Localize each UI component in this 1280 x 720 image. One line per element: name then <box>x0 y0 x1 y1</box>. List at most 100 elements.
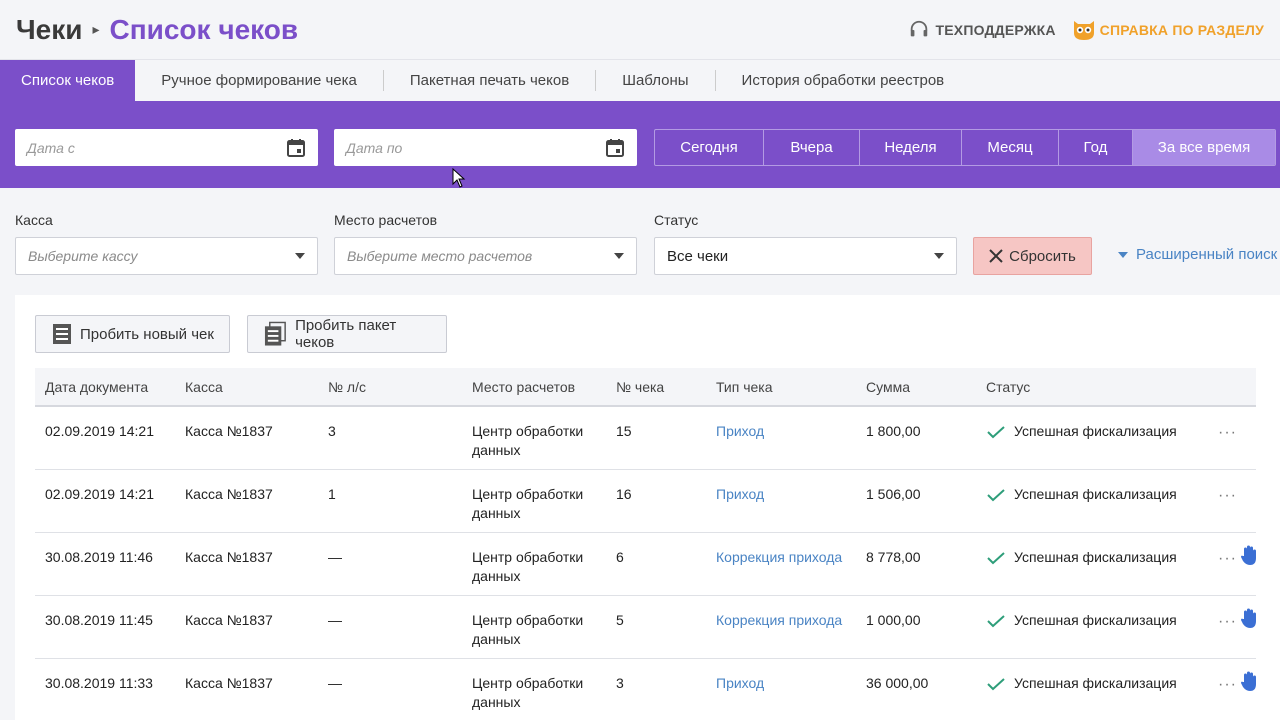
kassa-select[interactable]: Выберите кассу <box>15 237 318 275</box>
table-row[interactable]: 30.08.2019 11:33 Касса №1837 — Центр обр… <box>35 659 1256 720</box>
checkmark-icon <box>987 551 1005 564</box>
new-check-button[interactable]: Пробить новый чек <box>35 315 230 353</box>
cell-place: Центр обработки данных <box>472 548 583 586</box>
checkmark-icon <box>987 425 1005 438</box>
cell-check-number: 16 <box>616 486 632 502</box>
chevron-down-icon <box>295 253 305 259</box>
more-actions-icon[interactable]: ··· <box>1218 487 1237 505</box>
column-header[interactable]: Статус <box>986 379 1030 395</box>
tab-templates[interactable]: Шаблоны <box>596 60 714 101</box>
reset-button[interactable]: Сбросить <box>973 237 1092 275</box>
filters-panel: Касса Выберите кассу Место расчетов Выбе… <box>0 188 1280 288</box>
cell-date: 02.09.2019 14:21 <box>45 423 154 439</box>
table-row[interactable]: 30.08.2019 11:46 Касса №1837 — Центр обр… <box>35 533 1256 596</box>
cell-status: Успешная фискализация <box>986 674 1177 693</box>
hand-icon[interactable] <box>1240 670 1260 692</box>
cell-account: 3 <box>328 423 336 439</box>
column-header[interactable]: Касса <box>185 379 223 395</box>
cell-check-type-link[interactable]: Приход <box>716 422 764 441</box>
tab-check-list[interactable]: Список чеков <box>0 60 136 101</box>
cell-check-type-link[interactable]: Приход <box>716 674 764 693</box>
place-line1: Центр обработки <box>472 612 584 628</box>
table-row[interactable]: 30.08.2019 11:45 Касса №1837 — Центр обр… <box>35 596 1256 659</box>
cell-check-type-link[interactable]: Коррекция прихода <box>716 611 842 630</box>
reset-label: Сбросить <box>1009 247 1076 265</box>
help-link[interactable]: СПРАВКА ПО РАЗДЕЛУ <box>1072 19 1264 41</box>
cell-sum: 1 800,00 <box>866 423 921 439</box>
calendar-icon[interactable] <box>605 138 625 158</box>
cell-account: — <box>328 549 342 565</box>
batch-check-button[interactable]: Пробить пакет чеков <box>247 315 447 353</box>
status-text: Успешная фискализация <box>1014 549 1177 565</box>
period-week-button[interactable]: Неделя <box>860 130 962 165</box>
column-header[interactable]: Сумма <box>866 379 910 395</box>
cell-sum: 36 000,00 <box>866 675 929 691</box>
close-icon <box>989 249 1003 263</box>
hand-icon[interactable] <box>1240 544 1260 566</box>
checkmark-icon <box>987 614 1005 627</box>
column-header[interactable]: Дата документа <box>45 379 148 395</box>
column-header[interactable]: № л/с <box>328 379 366 395</box>
period-yesterday-button[interactable]: Вчера <box>764 130 860 165</box>
date-from-input[interactable]: Дата с <box>15 129 318 166</box>
cell-check-number: 5 <box>616 612 624 628</box>
new-check-label: Пробить новый чек <box>80 325 214 343</box>
more-actions-icon[interactable]: ··· <box>1218 676 1237 694</box>
checks-panel: Пробить новый чек Пробить пакет чеков Да… <box>15 295 1280 720</box>
cell-kassa: Касса №1837 <box>185 549 273 565</box>
cell-check-type-link[interactable]: Приход <box>716 485 764 504</box>
cell-check-number: 15 <box>616 423 632 439</box>
period-today-button[interactable]: Сегодня <box>655 130 764 165</box>
place-line1: Центр обработки <box>472 486 584 502</box>
mouse-cursor-icon <box>452 168 466 188</box>
cell-place: Центр обработки данных <box>472 674 583 712</box>
status-text: Успешная фискализация <box>1014 612 1177 628</box>
cell-check-number: 3 <box>616 675 624 691</box>
cell-kassa: Касса №1837 <box>185 486 273 502</box>
breadcrumb-separator-icon: ▸ <box>92 21 100 37</box>
more-actions-icon[interactable]: ··· <box>1218 424 1237 442</box>
chevron-down-icon <box>934 253 944 259</box>
place-line2: данных <box>472 631 521 647</box>
kassa-label: Касса <box>15 212 53 228</box>
cell-check-number: 6 <box>616 549 624 565</box>
tab-batch-print[interactable]: Пакетная печать чеков <box>384 60 595 101</box>
cell-sum: 1 506,00 <box>866 486 921 502</box>
cell-place: Центр обработки данных <box>472 422 583 460</box>
place-label: Место расчетов <box>334 212 438 228</box>
cell-account: 1 <box>328 486 336 502</box>
place-select[interactable]: Выберите место расчетов <box>334 237 637 275</box>
column-header[interactable]: № чека <box>616 379 664 395</box>
triangle-down-icon <box>1118 251 1128 258</box>
cell-status: Успешная фискализация <box>986 548 1177 567</box>
status-text: Успешная фискализация <box>1014 675 1177 691</box>
status-select[interactable]: Все чеки <box>654 237 957 275</box>
checkmark-icon <box>987 488 1005 501</box>
column-header[interactable]: Место расчетов <box>472 379 575 395</box>
checks-table: Дата документа Касса № л/с Место расчето… <box>35 368 1256 720</box>
column-header[interactable]: Тип чека <box>716 379 773 395</box>
support-link[interactable]: ТЕХПОДДЕРЖКА <box>908 19 1056 41</box>
cell-check-type-link[interactable]: Коррекция прихода <box>716 548 842 567</box>
period-month-button[interactable]: Месяц <box>962 130 1059 165</box>
tab-registry-history[interactable]: История обработки реестров <box>716 60 971 101</box>
cell-place: Центр обработки данных <box>472 485 583 523</box>
table-row[interactable]: 02.09.2019 14:21 Касса №1837 3 Центр обр… <box>35 407 1256 470</box>
table-row[interactable]: 02.09.2019 14:21 Касса №1837 1 Центр обр… <box>35 470 1256 533</box>
cell-kassa: Касса №1837 <box>185 675 273 691</box>
advanced-search-label: Расширенный поиск <box>1136 246 1278 263</box>
cell-account: — <box>328 675 342 691</box>
more-actions-icon[interactable]: ··· <box>1218 613 1237 631</box>
date-to-input[interactable]: Дата по <box>334 129 637 166</box>
period-all-time-button[interactable]: За все время <box>1133 130 1275 165</box>
place-line2: данных <box>472 694 521 710</box>
period-year-button[interactable]: Год <box>1059 130 1133 165</box>
cell-sum: 8 778,00 <box>866 549 921 565</box>
advanced-search-link[interactable]: Расширенный поиск <box>1118 246 1277 263</box>
tab-manual-check[interactable]: Ручное формирование чека <box>135 60 383 101</box>
more-actions-icon[interactable]: ··· <box>1218 550 1237 568</box>
hand-icon[interactable] <box>1240 607 1260 629</box>
owl-icon <box>1073 20 1094 40</box>
calendar-icon[interactable] <box>286 138 306 158</box>
breadcrumb-root[interactable]: Чеки <box>16 14 82 46</box>
